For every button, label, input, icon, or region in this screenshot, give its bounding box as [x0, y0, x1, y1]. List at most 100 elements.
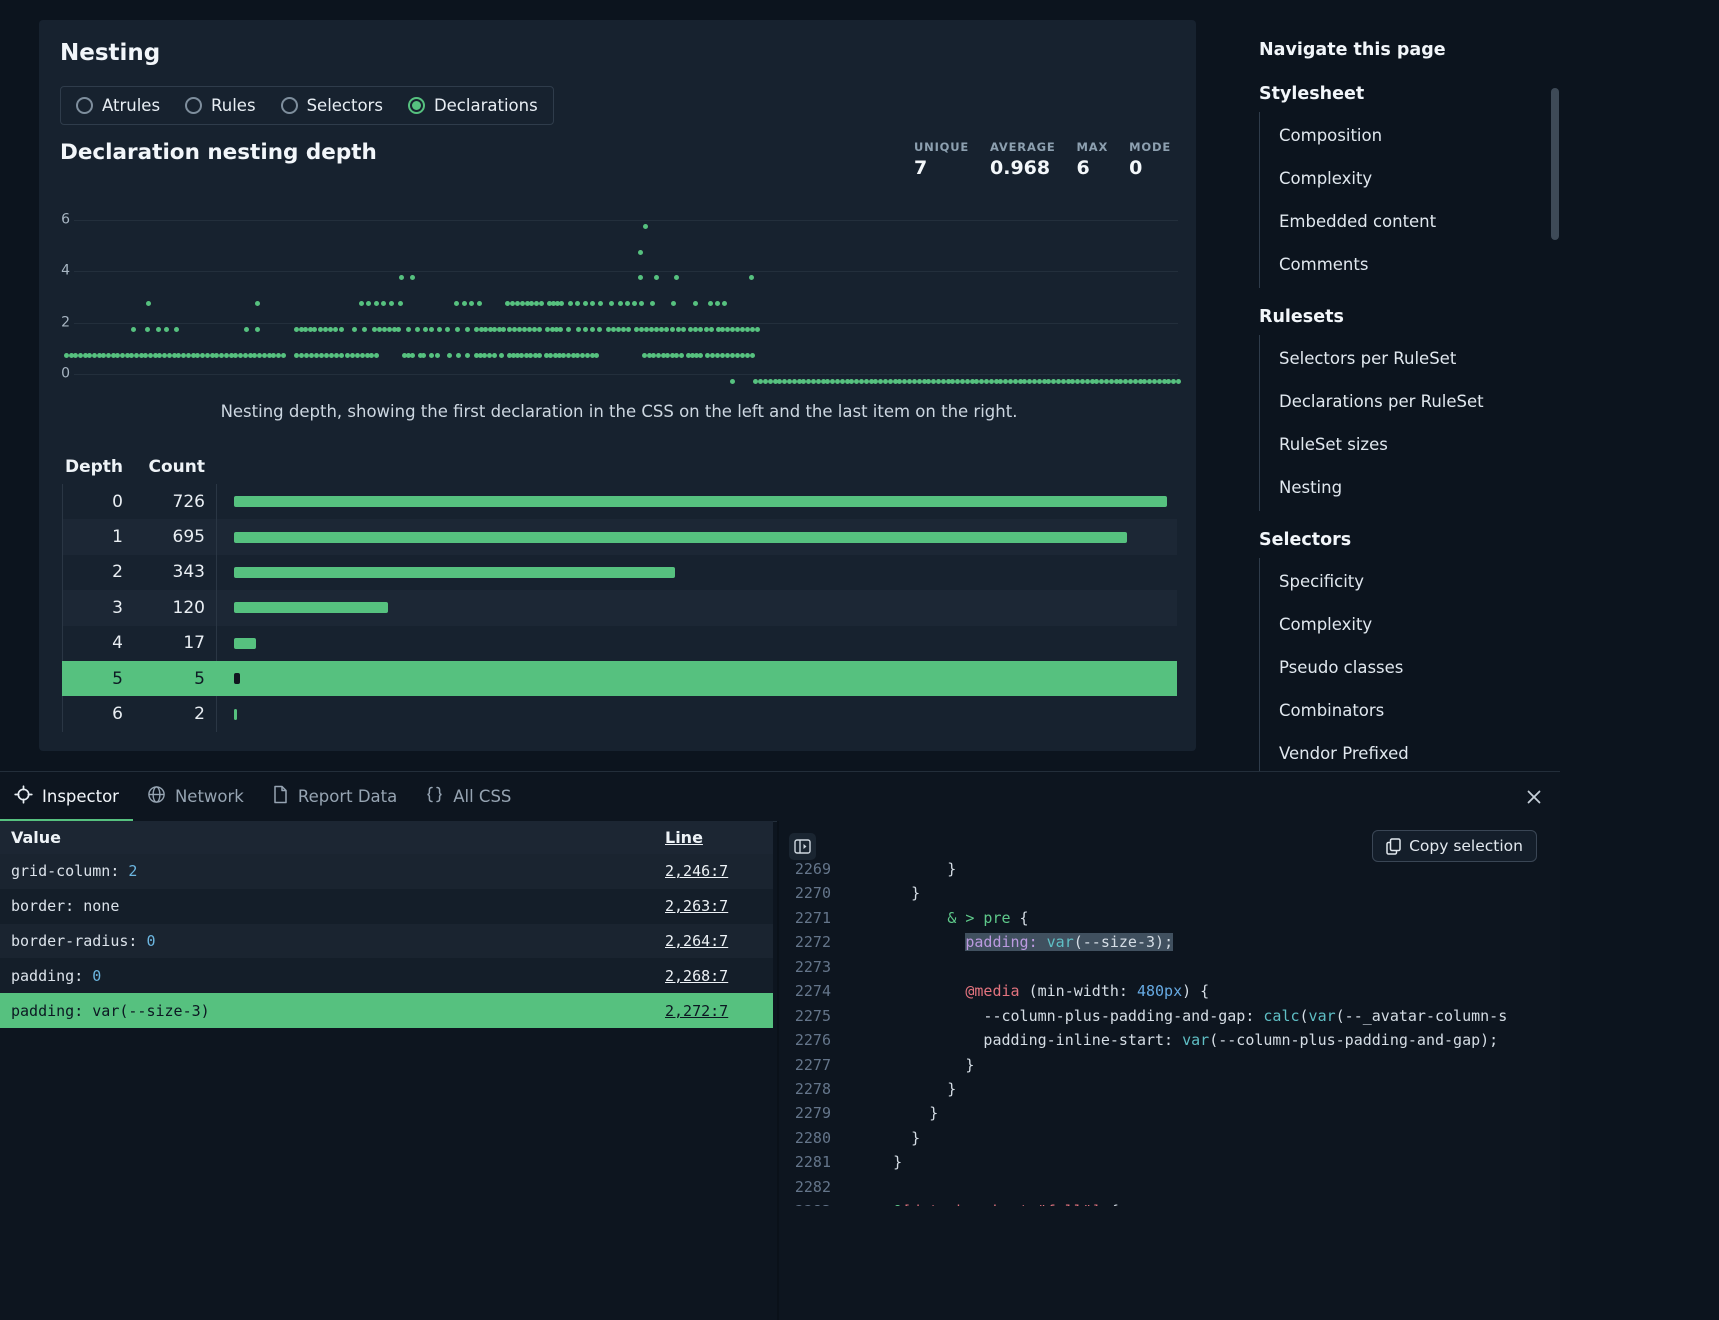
line-number: 2283: [779, 1199, 831, 1206]
line-link[interactable]: 2,263:7: [665, 897, 728, 915]
depth-cell: 1: [63, 527, 123, 547]
count-column-header: Count: [123, 457, 205, 477]
stat-value: 6: [1077, 157, 1109, 179]
line-number: 2273: [779, 955, 831, 979]
globe-icon: [147, 785, 166, 808]
nav-item-pseudo-classes[interactable]: Pseudo classes: [1260, 646, 1551, 689]
value-column-header: Value: [0, 828, 665, 847]
count-bar: [234, 532, 1127, 543]
code-line: 2278 }: [779, 1077, 1560, 1101]
copy-selection-button[interactable]: Copy selection: [1372, 830, 1537, 862]
value-row[interactable]: grid-column: 22,246:7: [0, 854, 773, 889]
depth-row-5[interactable]: 55: [62, 661, 1177, 696]
line-number: 2269: [779, 857, 831, 881]
page-title: Nesting: [60, 40, 160, 66]
line-link[interactable]: 2,264:7: [665, 932, 728, 950]
depth-cell: 5: [63, 669, 123, 689]
code-line: 2282: [779, 1175, 1560, 1199]
stat-label: AVERAGE: [990, 140, 1056, 154]
depth-row-0[interactable]: 0726: [62, 484, 1177, 519]
devtools-panel: Inspector NetworkReport DataAll CSS Value…: [0, 771, 1560, 1320]
depth-row-6[interactable]: 62: [62, 696, 1177, 731]
gridline: [74, 271, 1178, 272]
nav-item-combinators[interactable]: Combinators: [1260, 689, 1551, 732]
nav-item-complexity[interactable]: Complexity: [1260, 603, 1551, 646]
line-link[interactable]: 2,246:7: [665, 862, 728, 880]
copy-selection-label: Copy selection: [1409, 837, 1523, 855]
nav-item-selectors-per-ruleset[interactable]: Selectors per RuleSet: [1260, 337, 1551, 380]
gridline: [74, 323, 1178, 324]
line-number: 2279: [779, 1101, 831, 1125]
property-name: padding:: [11, 1002, 92, 1020]
depth-cell: 0: [63, 492, 123, 512]
tab-report-data[interactable]: Report Data: [258, 772, 411, 821]
line-number: 2280: [779, 1126, 831, 1150]
line-number: 2275: [779, 1004, 831, 1028]
target-icon: [14, 785, 33, 808]
tab-label: Inspector: [42, 787, 119, 806]
devtools-close-button[interactable]: [1520, 783, 1547, 810]
panel-toggle-button[interactable]: [789, 833, 816, 860]
radio-circle-icon: [408, 97, 425, 114]
nav-item-ruleset-sizes[interactable]: RuleSet sizes: [1260, 423, 1551, 466]
values-table-header: Value Line: [0, 821, 773, 854]
code-line: 2280 }: [779, 1126, 1560, 1150]
stat-value: 0.968: [990, 157, 1056, 179]
depth-count-rows: 07261695234331204175562: [62, 484, 1177, 732]
value-row[interactable]: padding: 02,268:7: [0, 958, 773, 993]
radio-circle-icon: [281, 97, 298, 114]
nav-item-specificity[interactable]: Specificity: [1260, 560, 1551, 603]
gridline: [74, 374, 1178, 375]
stat-label: UNIQUE: [914, 140, 969, 154]
line-number: 2281: [779, 1150, 831, 1174]
line-link[interactable]: 2,272:7: [665, 1002, 728, 1020]
count-cell: 343: [123, 562, 205, 582]
stat-average: AVERAGE 0.968: [990, 140, 1056, 179]
braces-icon: [425, 785, 444, 808]
app-root: Nesting Atrules Rules Selectors Declaration…: [0, 0, 1560, 1320]
radio-option-selectors[interactable]: Selectors: [281, 96, 383, 115]
depth-row-2[interactable]: 2343: [62, 555, 1177, 590]
nav-item-nesting[interactable]: Nesting: [1260, 466, 1551, 509]
stat-label: MODE: [1129, 140, 1171, 154]
code-line: 2270 }: [779, 881, 1560, 905]
nav-item-declarations-per-ruleset[interactable]: Declarations per RuleSet: [1260, 380, 1551, 423]
chart-caption: Nesting depth, showing the first declara…: [60, 402, 1178, 421]
value-row[interactable]: border-radius: 0 2,264:7: [0, 924, 773, 959]
property-value: 0: [146, 932, 155, 950]
value-row[interactable]: border: none2,263:7: [0, 889, 773, 924]
page-scrollbar-thumb[interactable]: [1551, 88, 1559, 240]
code-line: 2273: [779, 955, 1560, 979]
line-column-header[interactable]: Line: [665, 828, 773, 847]
close-icon: [1525, 788, 1543, 806]
radio-option-atrules[interactable]: Atrules: [76, 96, 160, 115]
nav-item-vendor-prefixed[interactable]: Vendor Prefixed: [1260, 732, 1551, 775]
code-line: 2272 padding: var(--size-3);: [779, 930, 1560, 954]
depth-row-4[interactable]: 417: [62, 626, 1177, 661]
nav-item-complexity[interactable]: Complexity: [1260, 157, 1551, 200]
depth-row-1[interactable]: 1695: [62, 519, 1177, 554]
depth-row-3[interactable]: 3120: [62, 590, 1177, 625]
code-scroll-area[interactable]: 2269 }2270 }2271 & > pre {2272 padding: …: [779, 857, 1560, 1206]
nav-item-composition[interactable]: Composition: [1260, 114, 1551, 157]
tab-inspector[interactable]: Inspector: [0, 772, 133, 821]
radio-label: Rules: [211, 96, 256, 115]
property-name: padding:: [11, 967, 92, 985]
line-number: 2270: [779, 881, 831, 905]
line-number: 2271: [779, 906, 831, 930]
line-link[interactable]: 2,268:7: [665, 967, 728, 985]
tab-network[interactable]: Network: [133, 772, 258, 821]
radio-label: Declarations: [434, 96, 538, 115]
stat-value: 7: [914, 157, 969, 179]
radio-label: Atrules: [102, 96, 160, 115]
nav-item-embedded-content[interactable]: Embedded content: [1260, 200, 1551, 243]
property-name: grid-column:: [11, 862, 128, 880]
depth-table-header: Depth Count: [62, 450, 1177, 484]
nav-item-comments[interactable]: Comments: [1260, 243, 1551, 286]
radio-option-rules[interactable]: Rules: [185, 96, 256, 115]
tab-all-css[interactable]: All CSS: [411, 772, 525, 821]
value-row[interactable]: padding: var(--size-3)2,272:7: [0, 993, 773, 1028]
stat-mode: MODE0: [1129, 140, 1171, 179]
property-name: border-radius:: [11, 932, 146, 950]
radio-option-declarations[interactable]: Declarations: [408, 96, 538, 115]
